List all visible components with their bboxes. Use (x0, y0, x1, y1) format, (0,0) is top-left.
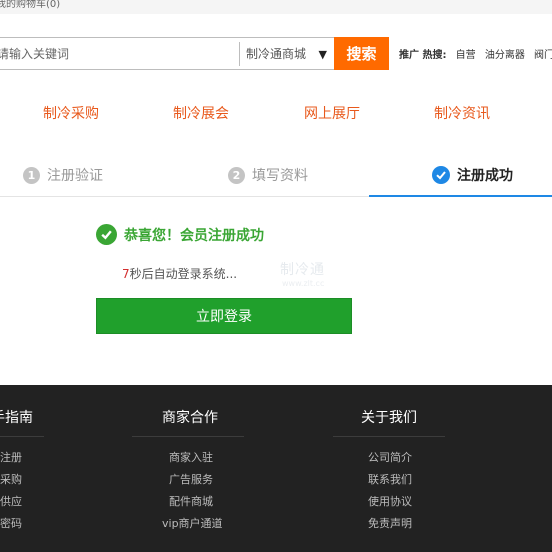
registration-steps: 1 注册验证 2 填写资料 注册成功 (0, 160, 552, 198)
hot-search-item[interactable]: 油分离器 (485, 50, 525, 61)
nav-item-online-showroom[interactable]: 网上展厅 (304, 103, 360, 123)
hot-search-item[interactable]: 阀门 (534, 50, 552, 61)
footer-column-title: 新手指南 (0, 410, 33, 426)
footer-divider (333, 436, 445, 437)
redirect-text: 秒后自动登录系统... (129, 267, 238, 281)
top-bar: 我的购物车(0) (0, 0, 552, 14)
step-number-badge: 2 (228, 166, 245, 184)
search-input[interactable] (0, 38, 237, 69)
login-now-button[interactable]: 立即登录 (96, 298, 352, 334)
nav-item-exhibition[interactable]: 制冷展会 (173, 103, 229, 123)
step-label: 填写资料 (252, 168, 308, 184)
hot-search-label: 推广 热搜: (399, 50, 447, 61)
hot-search-item[interactable]: 自营 (456, 50, 476, 61)
footer-link[interactable]: 使用协议 (368, 493, 412, 509)
footer-link[interactable]: 商家入驻 (169, 449, 213, 465)
step-label: 注册验证 (47, 168, 103, 184)
redirect-notice: 7秒后自动登录系统... (122, 265, 237, 282)
footer-link[interactable]: 找回密码 (0, 515, 22, 531)
nav-item-procurement[interactable]: 制冷采购 (43, 103, 99, 123)
footer-divider (132, 436, 244, 437)
watermark-text: 制冷通 (280, 262, 325, 278)
footer-link[interactable]: 联系我们 (368, 471, 412, 487)
success-message: 恭喜您！会员注册成功 (96, 224, 264, 245)
watermark-logo: 制冷通 www.zlt.cc (278, 259, 334, 291)
footer-column-title: 商家合作 (162, 410, 218, 426)
footer-link[interactable]: 如何供应 (0, 493, 22, 509)
footer-link[interactable]: 免责声明 (368, 515, 412, 531)
hot-search: 推广 热搜: 自营 油分离器 阀门 (399, 46, 552, 61)
search-button[interactable]: 搜索 (334, 37, 389, 70)
footer-link[interactable]: 如何采购 (0, 471, 22, 487)
footer-link[interactable]: 免费注册 (0, 449, 22, 465)
footer-column-title: 关于我们 (361, 410, 417, 426)
success-text: 恭喜您！会员注册成功 (124, 227, 264, 244)
step-label: 注册成功 (457, 168, 513, 184)
caret-down-icon: ▼ (318, 48, 327, 61)
footer-link[interactable]: vip商户通道 (162, 515, 223, 531)
step-fill-info: 2 填写资料 (228, 160, 308, 190)
main-nav: 制冷采购 制冷展会 网上展厅 制冷资讯 (0, 103, 552, 125)
watermark-url: www.zlt.cc (282, 279, 325, 288)
check-circle-icon (432, 166, 450, 184)
step-number-badge: 1 (23, 166, 40, 184)
footer-link[interactable]: 广告服务 (169, 471, 213, 487)
countdown-seconds: 7 (122, 267, 130, 281)
footer-divider (0, 436, 44, 437)
footer: 新手指南 免费注册 如何采购 如何供应 找回密码 商家合作 商家入驻 广告服务 … (0, 385, 552, 552)
footer-link[interactable]: 配件商城 (169, 493, 213, 509)
success-check-icon (96, 224, 117, 245)
search-box: 制冷通商城 ▼ (0, 37, 334, 70)
nav-item-news[interactable]: 制冷资讯 (434, 103, 490, 123)
step-verify: 1 注册验证 (23, 160, 103, 190)
search-scope-value: 制冷通商城 (246, 47, 307, 61)
search-scope-select[interactable]: 制冷通商城 ▼ (239, 42, 333, 66)
cart-link[interactable]: 我的购物车(0) (0, 0, 60, 10)
step-success: 注册成功 (432, 160, 513, 190)
footer-link[interactable]: 公司简介 (368, 449, 412, 465)
active-step-indicator (369, 195, 552, 197)
